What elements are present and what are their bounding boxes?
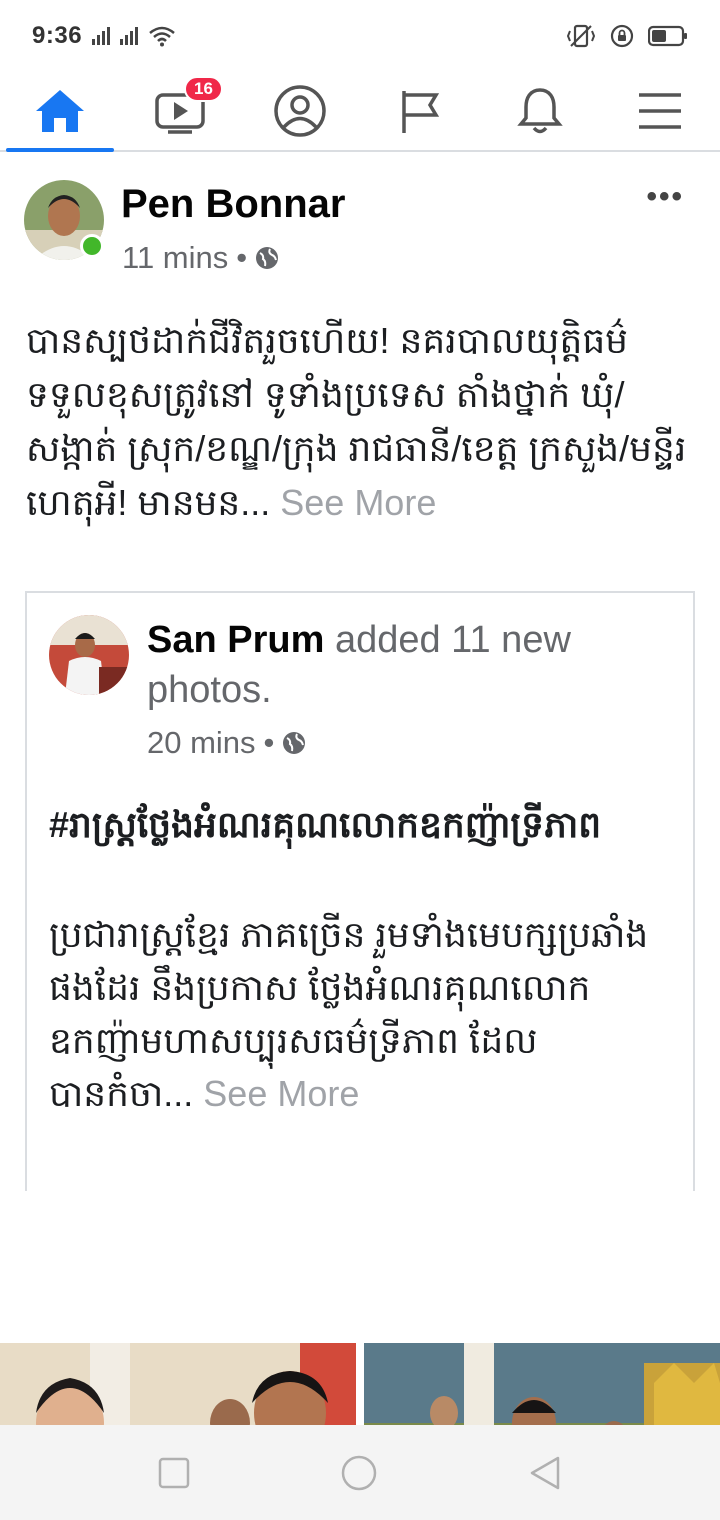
shared-headline: San Prum added 11 new photos.: [147, 615, 667, 715]
globe-icon: [283, 732, 306, 754]
shared-see-more-link[interactable]: See More: [203, 1073, 359, 1114]
system-nav-bar: [0, 1425, 720, 1520]
see-more-link[interactable]: See More: [280, 482, 436, 523]
video-badge: 16: [184, 76, 223, 102]
more-options-icon[interactable]: •••: [646, 180, 684, 214]
back-triangle-icon[interactable]: [528, 1455, 562, 1491]
lock-rotation-icon: [610, 24, 634, 48]
vibrate-icon: [566, 24, 596, 48]
bell-icon: [517, 88, 563, 134]
tab-watch[interactable]: 16: [120, 72, 240, 150]
home-icon: [36, 90, 84, 132]
status-time: 9:36: [32, 22, 83, 49]
tab-pages[interactable]: [360, 72, 480, 150]
shared-meta: 20 mins •: [147, 725, 306, 761]
shared-time[interactable]: 20 mins: [147, 725, 256, 761]
status-bar: 9:36: [0, 0, 720, 72]
home-circle-icon[interactable]: [340, 1454, 378, 1492]
post-time[interactable]: 11 mins: [122, 240, 228, 276]
profile-icon: [274, 85, 326, 137]
shared-author[interactable]: San Prum: [147, 619, 324, 661]
signal-icon-2: [120, 27, 139, 45]
post-header: Pen Bonnar 11 mins • •••: [0, 154, 720, 284]
globe-icon: [256, 247, 279, 269]
shared-author-avatar[interactable]: [49, 615, 129, 695]
shared-hashtag-title[interactable]: #រាស្ត្រថ្លែងអំណរគុណលោកឧកញ៉ាទ្រីភាព: [49, 798, 669, 852]
meta-separator: •: [236, 240, 248, 275]
shared-post-card[interactable]: San Prum added 11 new photos. 20 mins • …: [25, 591, 695, 1191]
tab-home[interactable]: [0, 72, 120, 152]
signal-icon: [92, 27, 111, 45]
hamburger-menu-icon: [639, 93, 681, 129]
shared-text: ប្រជារាស្ត្រខ្មែរ ភាគច្រើន រួមទាំងមេបក្ស…: [49, 908, 679, 1120]
tab-menu[interactable]: [600, 72, 720, 150]
flag-icon: [402, 91, 440, 133]
battery-icon: [648, 25, 687, 47]
top-nav: 16: [0, 72, 720, 152]
tab-profile[interactable]: [240, 72, 360, 150]
post-author[interactable]: Pen Bonnar: [121, 182, 345, 227]
post-meta: 11 mins •: [122, 240, 279, 276]
recents-square-icon[interactable]: [158, 1457, 190, 1489]
shared-meta-separator: •: [263, 725, 275, 760]
post-text: បានស្បថដាក់ជីវិតរួចហើយ! នគរបាលយុត្តិធម៌ …: [26, 314, 696, 530]
tab-notifications[interactable]: [480, 72, 600, 150]
online-status-dot: [80, 234, 104, 258]
feed-post: Pen Bonnar 11 mins • ••• បានស្បថដាក់ជីវិ…: [0, 154, 720, 1520]
wifi-icon: [149, 26, 175, 47]
